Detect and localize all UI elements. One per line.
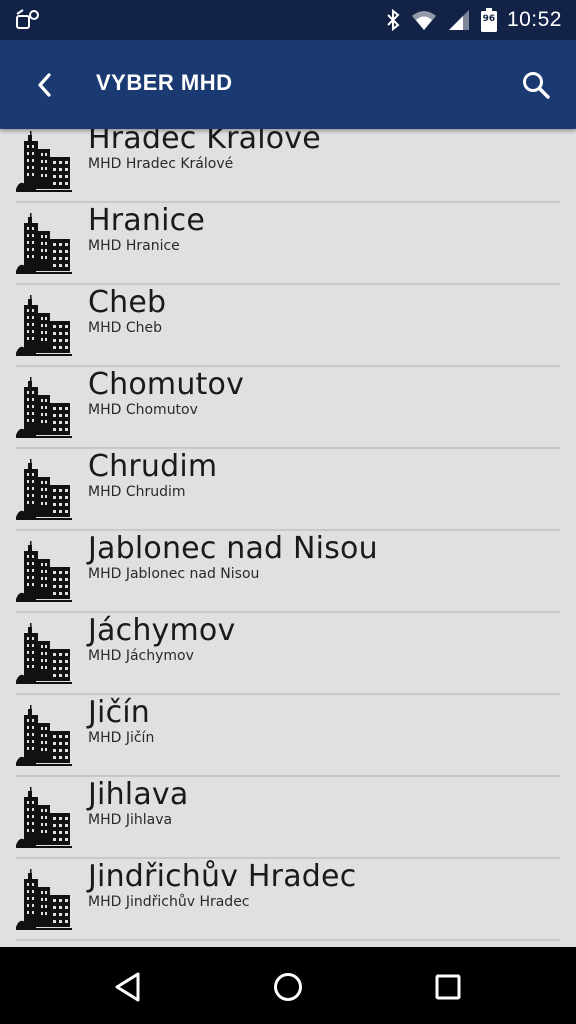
list-item-title: Hradec Králové	[88, 129, 321, 156]
page-title: VYBER MHD	[96, 70, 233, 95]
lock-rotation-icon	[16, 9, 39, 29]
city-buildings-icon	[16, 129, 72, 193]
nav-home-button[interactable]	[266, 965, 310, 1009]
nav-recents-button[interactable]	[426, 965, 470, 1009]
list-item-title: Jičín	[88, 695, 151, 730]
home-circle-icon	[274, 973, 302, 1001]
list-item[interactable]: Jablonec nad Nisou MHD Jablonec nad Nisou	[16, 531, 560, 613]
city-buildings-icon	[16, 621, 72, 685]
list-item-subtitle: MHD Hranice	[88, 238, 180, 254]
city-buildings-icon	[16, 703, 72, 767]
chevron-left-icon	[38, 73, 51, 97]
list-item-subtitle: MHD Chrudim	[88, 484, 186, 500]
list-item-title: Jablonec nad Nisou	[88, 531, 378, 566]
city-buildings-icon	[16, 867, 72, 931]
city-buildings-icon	[16, 293, 72, 357]
city-buildings-icon	[16, 457, 72, 521]
list-item-subtitle: MHD Chomutov	[88, 402, 198, 418]
mhd-list[interactable]: Hradec Králové MHD Hradec Králové Hranice…	[0, 129, 576, 947]
search-icon	[523, 72, 550, 99]
list-item[interactable]: Jáchymov MHD Jáchymov	[16, 613, 560, 695]
battery-level: 96	[482, 14, 496, 24]
clock: 10:52	[506, 8, 562, 31]
signal-icon	[448, 10, 469, 30]
list-item[interactable]: Jindřichův Hradec MHD Jindřichův Hradec	[16, 859, 560, 941]
list-item[interactable]: Cheb MHD Cheb	[16, 285, 560, 367]
list-item[interactable]: Jičín MHD Jičín	[16, 695, 560, 777]
nav-back-button[interactable]	[106, 965, 150, 1009]
back-triangle-icon	[115, 972, 140, 1002]
list-item-subtitle: MHD Jáchymov	[88, 648, 194, 664]
bluetooth-icon	[387, 8, 400, 32]
list-item-subtitle: MHD Jindřichův Hradec	[88, 894, 250, 910]
battery-icon: 96	[480, 8, 497, 32]
list-item[interactable]: Hradec Králové MHD Hradec Králové	[16, 129, 560, 203]
list-item-subtitle: MHD Hradec Králové	[88, 156, 234, 172]
list-item-title: Jihlava	[88, 777, 189, 812]
city-buildings-icon	[16, 211, 72, 275]
city-buildings-icon	[16, 785, 72, 849]
city-buildings-icon	[16, 375, 72, 439]
app-bar: VYBER MHD	[0, 40, 576, 129]
list-item-subtitle: MHD Jihlava	[88, 812, 173, 828]
list-item-title: Hranice	[88, 203, 205, 238]
list-item-subtitle: MHD Jičín	[88, 730, 155, 746]
list-item-title: Jindřichův Hradec	[88, 859, 357, 894]
list-item[interactable]: Hranice MHD Hranice	[16, 203, 560, 285]
status-bar: 96 10:52	[0, 0, 576, 40]
city-buildings-icon	[16, 539, 72, 603]
list-item-title: Jáchymov	[88, 613, 236, 648]
list-item-subtitle: MHD Jablonec nad Nisou	[88, 566, 260, 582]
list-item[interactable]: Chomutov MHD Chomutov	[16, 367, 560, 449]
search-button[interactable]	[518, 67, 554, 103]
wifi-icon	[411, 11, 436, 30]
recents-square-icon	[435, 974, 461, 1000]
list-item[interactable]: Chrudim MHD Chrudim	[16, 449, 560, 531]
list-item-title: Cheb	[88, 285, 167, 320]
list-item-title: Chrudim	[88, 449, 218, 484]
list-item-subtitle: MHD Cheb	[88, 320, 162, 336]
list-item-title: Chomutov	[88, 367, 245, 402]
navigation-bar	[0, 947, 576, 1024]
list-item[interactable]: Jihlava MHD Jihlava	[16, 777, 560, 859]
back-button[interactable]	[28, 68, 62, 102]
